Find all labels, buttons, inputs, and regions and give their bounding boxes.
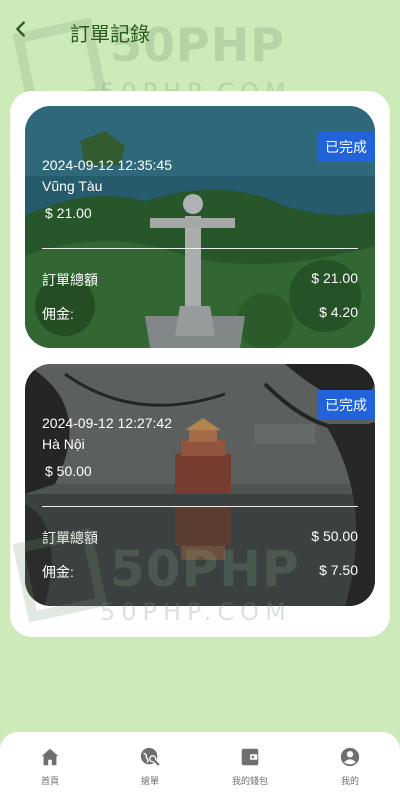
nav-item-profile[interactable]: 我的	[310, 746, 390, 787]
nav-label: 搶單	[140, 776, 159, 786]
nav-label: 首頁	[40, 776, 59, 786]
nav-label: 我的	[340, 776, 359, 786]
order-time: 2024-09-12 12:35:45	[42, 157, 172, 173]
header: 訂單記錄	[0, 0, 400, 60]
order-location: Vũng Tàu	[42, 178, 103, 194]
user-icon	[339, 746, 361, 768]
status-badge: 已完成	[317, 132, 375, 162]
order-card[interactable]: 已完成 2024-09-12 12:35:45 Vũng Tàu $ 21.00…	[25, 106, 375, 348]
order-total-label: 訂單總額	[42, 272, 98, 288]
commission-label: 佣金:	[42, 564, 74, 580]
back-button[interactable]	[10, 18, 32, 40]
home-icon	[39, 746, 61, 768]
order-list-panel: 已完成 2024-09-12 12:35:45 Vũng Tàu $ 21.00…	[10, 91, 390, 637]
commission-value: $ 7.50	[319, 562, 358, 578]
chevron-left-icon	[16, 21, 25, 37]
order-time: 2024-09-12 12:27:42	[42, 415, 172, 431]
nav-item-wallet[interactable]: 我的錢包	[210, 746, 290, 787]
status-badge: 已完成	[317, 390, 375, 420]
order-location: Hà Nội	[42, 436, 85, 452]
nav-label: 我的錢包	[231, 776, 268, 786]
order-card[interactable]: 已完成 2024-09-12 12:27:42 Hà Nội $ 50.00 訂…	[25, 364, 375, 606]
page-title: 訂單記錄	[70, 24, 150, 46]
card-divider	[42, 248, 358, 249]
order-price: $ 50.00	[45, 463, 92, 479]
wallet-icon	[239, 746, 261, 768]
order-price: $ 21.00	[45, 205, 92, 221]
commission-value: $ 4.20	[319, 304, 358, 320]
commission-label: 佣金:	[42, 306, 74, 322]
card-divider	[42, 506, 358, 507]
bottom-nav: 首頁 搶單 我的錢包 我的	[0, 732, 400, 800]
order-total-label: 訂單總額	[42, 530, 98, 546]
order-total-value: $ 50.00	[311, 528, 358, 544]
globe-search-icon	[139, 746, 161, 768]
nav-item-grab-order[interactable]: 搶單	[110, 746, 190, 787]
order-total-value: $ 21.00	[311, 270, 358, 286]
nav-item-home[interactable]: 首頁	[10, 746, 90, 787]
